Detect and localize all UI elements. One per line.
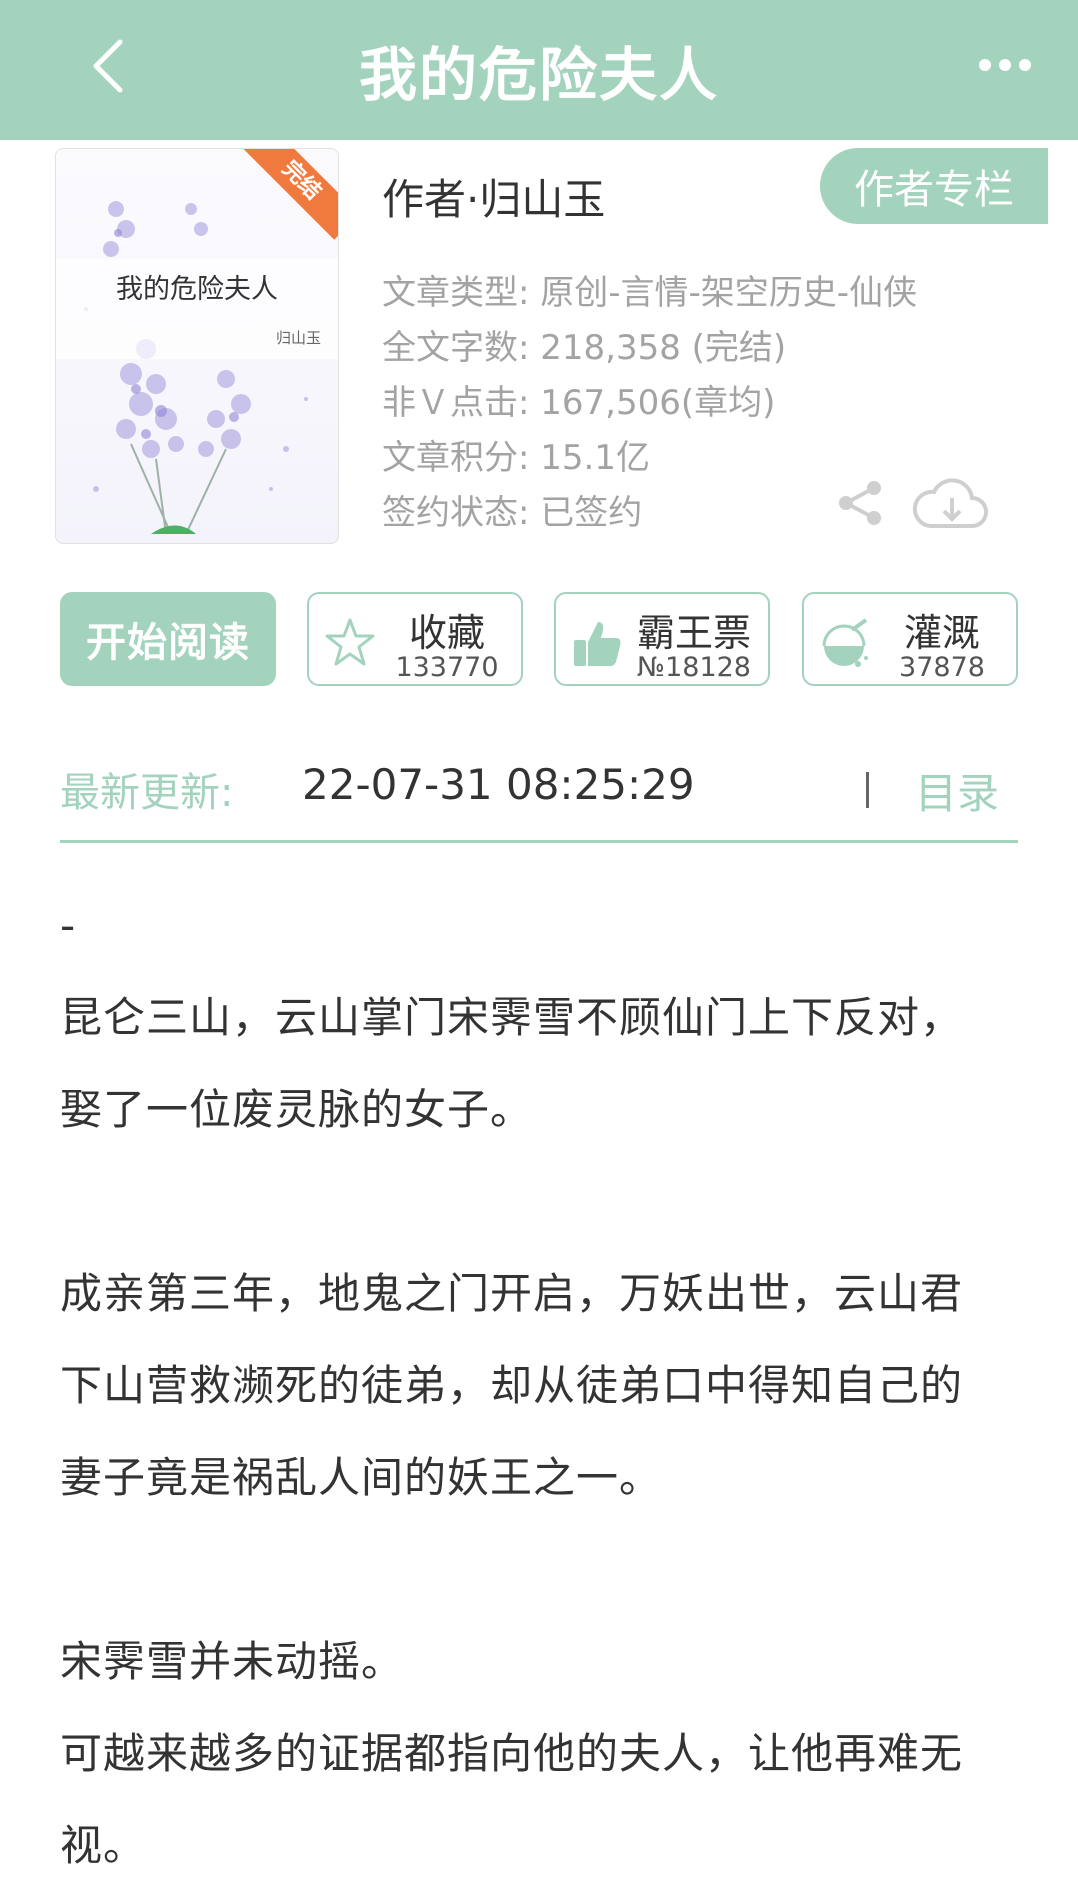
section-divider [60,840,1018,843]
meta-word-count: 全文字数: 218,358 (完结) [382,328,787,368]
synopsis-line: 娶了一位废灵脉的女子。 [60,1085,534,1134]
synopsis-line: 下山营救濒死的徒弟，却从徒弟口中得知自己的 [60,1361,964,1410]
synopsis-blank-line [60,1524,1020,1616]
star-icon [325,618,375,666]
share-icon [839,481,881,525]
favorite-label: 收藏 [408,611,485,655]
vote-count: №18128 [637,652,751,683]
start-reading-button[interactable]: 开始阅读 [60,592,276,686]
cover-title: 我的危险夫人 [116,274,278,305]
more-button[interactable] [965,45,1045,85]
favorite-button[interactable]: 收藏 133770 [307,592,523,686]
cover-author: 归山玉 [276,329,322,347]
synopsis-line: 成亲第三年，地鬼之门开启，万妖出世，云山君 [60,1269,964,1318]
vote-label: 霸王票 [636,611,751,655]
cloud-download-icon [912,478,988,528]
nutrient-label: 灌溉 [903,611,980,655]
nutrient-button[interactable]: 灌溉 37878 [802,592,1018,686]
synopsis-line: 宋霁雪并未动摇。 [60,1637,405,1686]
meta-genre: 文章类型: 原创-言情-架空历史-仙侠 [382,273,918,313]
thumbs-up-icon [574,622,621,666]
page-title: 我的危险夫人 [358,41,719,109]
synopsis-line: - [60,901,77,950]
more-dots-icon [979,59,1031,71]
table-of-contents-link[interactable]: 目录 [915,760,999,821]
synopsis-line: 可越来越多的证据都指向他的夫人，让他再难无 [60,1729,964,1778]
synopsis: - 昆仑三山，云山掌门宋霁雪不顾仙门上下反对， 娶了一位废灵脉的女子。 成亲第三… [60,880,1020,1892]
author-column-button[interactable]: 作者专栏 [820,148,1048,224]
author-name[interactable]: 作者·归山玉 [382,166,605,227]
meta-clicks: 非Ｖ点击: 167,506(章均) [382,383,776,423]
download-button[interactable] [910,474,990,536]
synopsis-line: 视。 [60,1821,147,1870]
latest-update-time: 22-07-31 08:25:29 [302,760,695,809]
share-button[interactable] [836,478,886,528]
synopsis-line: 昆仑三山，云山掌门宋霁雪不顾仙门上下反对， [60,993,964,1042]
separator [866,772,869,808]
synopsis-line: 妻子竟是祸乱人间的妖王之一。 [60,1453,663,1502]
back-button[interactable] [78,30,138,102]
latest-update-label: 最新更新: [60,770,234,816]
favorite-count: 133770 [395,652,499,683]
top-bar: 我的危险夫人 [0,0,1078,140]
nutrient-count: 37878 [899,652,985,683]
synopsis-blank-line [60,1156,1020,1248]
chevron-left-icon [93,39,123,93]
vote-button[interactable]: 霸王票 №18128 [554,592,770,686]
book-cover[interactable]: 我的危险夫人 归山玉 完结 [55,148,339,544]
nutrient-bottle-icon [822,618,868,667]
